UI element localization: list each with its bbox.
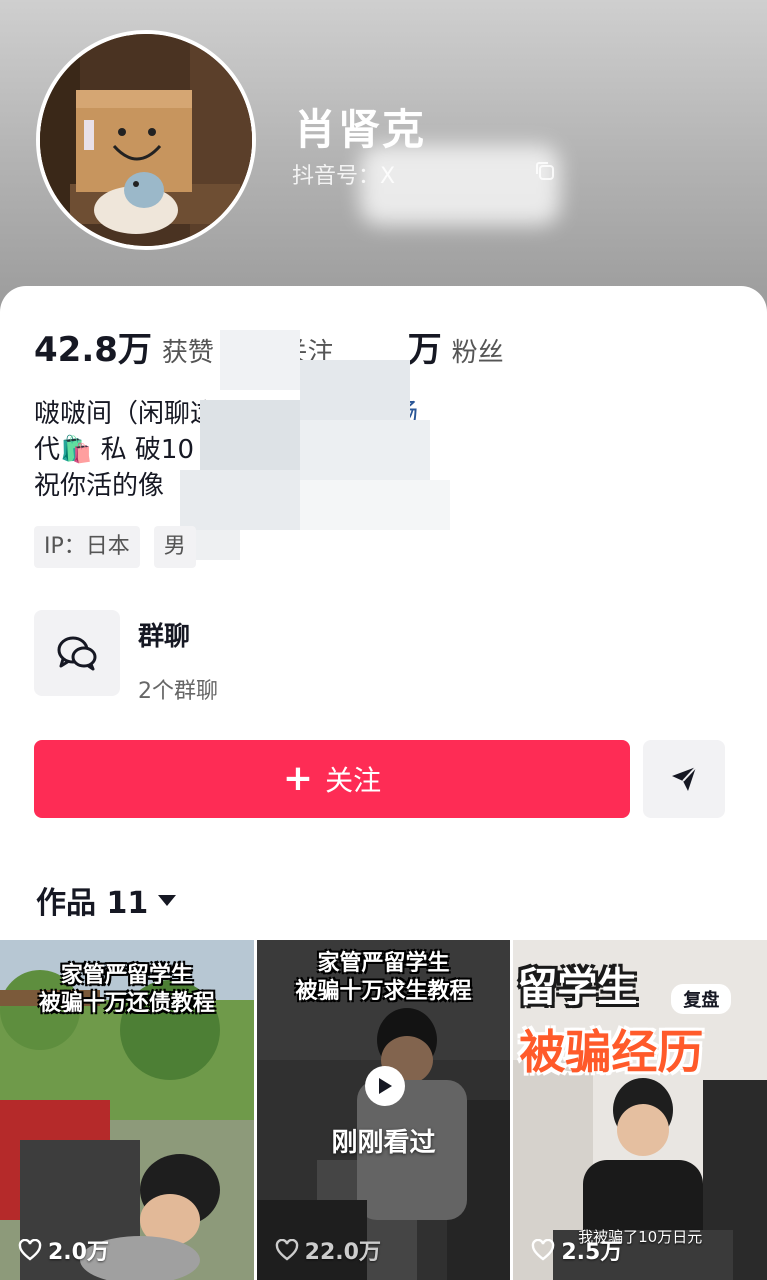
like-count: 22.0万 [275, 1234, 381, 1266]
profile-header: 肖肾克 抖音号：X [0, 0, 767, 320]
like-count: 2.5万 [531, 1234, 622, 1266]
follow-button[interactable]: + 关注 [34, 740, 630, 818]
just-watched-label: 刚刚看过 [331, 1128, 436, 1158]
gender-tag: 男 [153, 526, 196, 568]
tags: IP：日本 男 [34, 526, 196, 568]
video-caption: 被骗十万求生教程 [295, 979, 472, 1004]
video-caption: 家管严留学生 [60, 963, 193, 988]
like-count: 2.0万 [18, 1234, 109, 1266]
stat-value: 42.8万 [34, 330, 152, 370]
id-redaction [360, 145, 560, 225]
send-icon [672, 766, 697, 791]
plus-icon: + [282, 758, 314, 799]
chat-bubbles-icon [57, 636, 97, 671]
works-label: 作品 11 [36, 886, 149, 921]
like-value: 2.5万 [561, 1240, 623, 1265]
video-caption: 被骗十万还债教程 [38, 991, 215, 1016]
group-chat-title: 群聊 [138, 622, 191, 652]
group-chat-entry[interactable]: 群聊 2个群聊 [34, 610, 218, 705]
video-caption: 被骗经历 [519, 1025, 704, 1079]
heart-icon [275, 1239, 298, 1261]
works-tab[interactable]: 作品 11 [36, 878, 177, 922]
caret-down-icon [158, 894, 177, 906]
ip-tag: IP：日本 [34, 526, 140, 568]
follow-label: 关注 [325, 764, 382, 797]
like-value: 2.0万 [48, 1240, 109, 1265]
group-chat-count: 2个群聊 [138, 679, 218, 704]
avatar[interactable] [36, 30, 256, 250]
heart-icon [18, 1239, 42, 1261]
copy-icon[interactable] [534, 160, 556, 182]
video-thumbnail[interactable]: 家管严留学生 被骗十万还债教程 2.0万 [0, 940, 254, 1280]
privacy-mosaic [180, 330, 480, 560]
group-chat-icon-box [34, 610, 120, 696]
video-caption: 留学生 [517, 965, 638, 1011]
like-value: 22.0万 [304, 1240, 381, 1265]
video-grid: 家管严留学生 被骗十万还债教程 2.0万 家管严留学生 被骗十万求生教程 刚刚看… [0, 940, 767, 1280]
video-caption: 家管严留学生 [317, 951, 450, 976]
play-icon [364, 1066, 405, 1106]
video-thumbnail[interactable]: 家管严留学生 被骗十万求生教程 刚刚看过 22.0万 [256, 940, 511, 1280]
review-badge: 复盘 [671, 984, 732, 1014]
send-message-button[interactable] [643, 740, 725, 818]
heart-icon [532, 1239, 555, 1261]
video-thumbnail[interactable]: 留学生 复盘 被骗经历 我被骗了10万日元 2.5万 [513, 940, 767, 1280]
